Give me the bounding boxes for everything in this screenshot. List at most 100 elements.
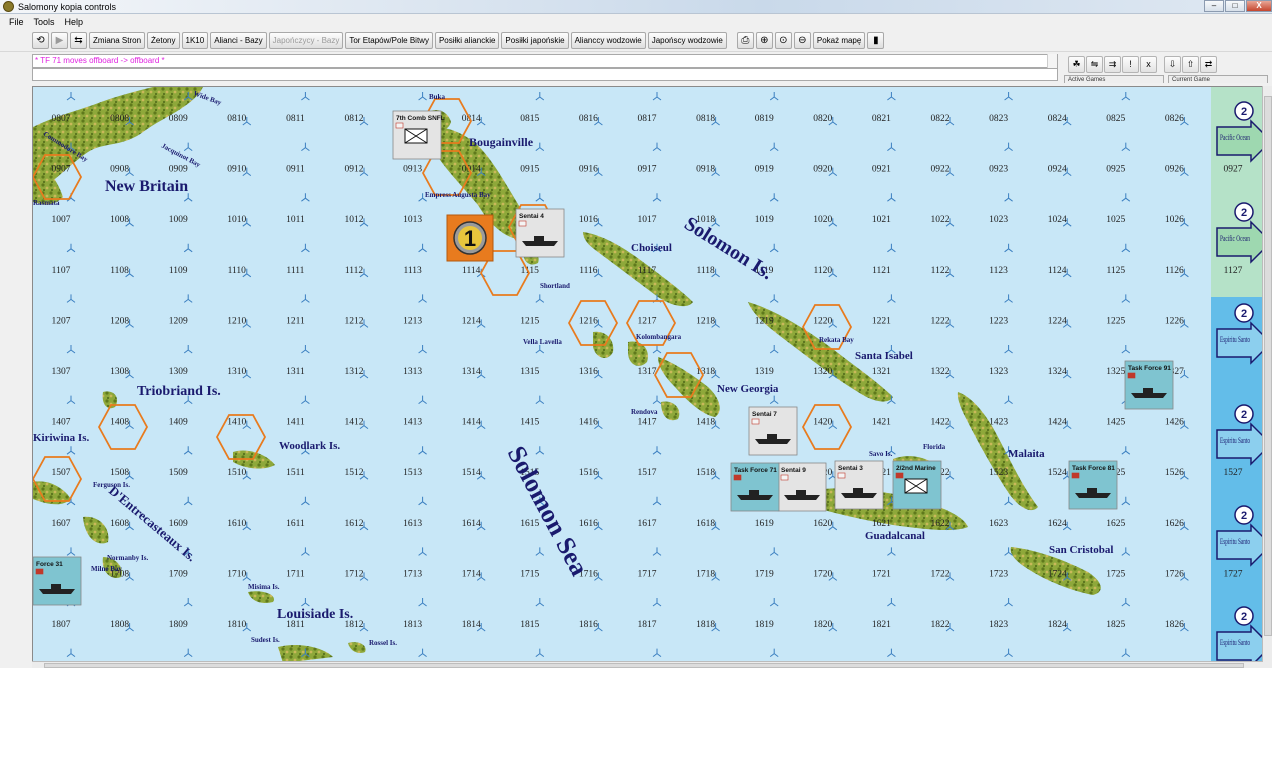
hex-number: 0922 <box>931 165 950 175</box>
hex-number: 1312 <box>345 367 364 377</box>
menu-tools[interactable]: Tools <box>29 15 60 29</box>
unit-counter[interactable]: Task Force 71 <box>730 462 780 512</box>
unit-counter[interactable]: Sentai 7 <box>748 406 798 456</box>
sea-mark <box>418 92 427 101</box>
hex-number: 1115 <box>521 266 540 276</box>
minimize-button[interactable]: – <box>1204 0 1224 12</box>
hex-number: 1612 <box>345 519 364 529</box>
zoom-out-icon[interactable]: ⊖ <box>793 32 811 49</box>
unit-counter[interactable]: Task Force 81 <box>1068 460 1118 510</box>
show-map-button[interactable]: Pokaż mapę <box>812 32 866 49</box>
hex-number: 1209 <box>169 316 188 326</box>
menu-help[interactable]: Help <box>60 15 89 29</box>
toolbar-button-allied-reinforcements[interactable]: Posiłki alianckie <box>434 32 500 49</box>
hex-number: 1820 <box>813 620 832 630</box>
toolbar-button-counters[interactable]: Żetony <box>147 32 180 49</box>
server-icon[interactable]: ☘ <box>1068 55 1085 73</box>
menu-file[interactable]: File <box>4 15 29 29</box>
hex-number: 1617 <box>638 519 657 529</box>
hex-number: 0917 <box>638 165 657 175</box>
toolbar-button-japanese-leaders[interactable]: Japońscy wodzowie <box>647 32 727 49</box>
hex-number: 1324 <box>1048 367 1067 377</box>
unit-counter[interactable]: Force 31 <box>33 556 82 606</box>
unit-counter[interactable]: Sentai 9 <box>777 462 827 512</box>
hex-number: 1821 <box>872 620 891 630</box>
sea-mark <box>1004 193 1013 202</box>
hex-number: 1814 <box>462 620 481 630</box>
swap-icon[interactable]: ⇆ <box>70 32 87 49</box>
overview-icon[interactable]: ▮ <box>867 32 885 49</box>
sea-mark <box>66 547 76 556</box>
chat-input[interactable] <box>32 68 1058 81</box>
unit-counter[interactable]: 2/2nd Marine <box>892 460 942 510</box>
hex-number: 0810 <box>227 114 246 124</box>
tab-current-game[interactable]: Current Game <box>1168 75 1268 83</box>
hex-number: 1019 <box>755 215 774 225</box>
sync-icon[interactable]: ⇄ <box>1200 55 1217 73</box>
map-horizontal-scrollbar[interactable] <box>32 661 1272 668</box>
maximize-button[interactable]: □ <box>1225 0 1245 12</box>
turn-marker[interactable]: 1 <box>446 214 494 262</box>
step-forward-icon[interactable]: ▶ <box>51 32 68 49</box>
unit-name: Task Force 81 <box>1072 465 1115 472</box>
hex-number: 1212 <box>345 316 364 326</box>
toolbar-button-allied-leaders[interactable]: Alianccy wodzowie <box>570 32 646 49</box>
map-label: Shortland <box>540 282 570 290</box>
hex-number: 0919 <box>755 165 774 175</box>
toolbar-button-change-sides[interactable]: Zmiana Stron <box>89 32 146 49</box>
game-map[interactable]: 0807080808090810081108120813081408150816… <box>32 86 1272 662</box>
zoom-in-icon[interactable]: ⊕ <box>755 32 773 49</box>
upload-icon[interactable]: ⇧ <box>1182 55 1199 73</box>
unit-counter[interactable]: Task Force 91 <box>1124 360 1174 410</box>
hex-number: 1721 <box>872 569 891 579</box>
toolbar-button-japanese-bases[interactable]: Japończycy - Bazy <box>268 32 344 49</box>
map-label: Savo Is. <box>869 450 893 458</box>
settings-icon[interactable]: ⇉ <box>1104 55 1121 73</box>
hex-number: 1316 <box>579 367 598 377</box>
print-icon[interactable]: ⎙ <box>736 32 754 49</box>
sea-mark <box>535 142 545 151</box>
toolbar-button-japanese-reinforcements[interactable]: Posiłki japońskie <box>501 32 569 49</box>
chat-scrollbar[interactable] <box>1047 54 1057 68</box>
alert-icon[interactable]: ! <box>1122 55 1139 73</box>
hex-number: 0816 <box>579 114 598 124</box>
toolbar-button-dice[interactable]: 1K10 <box>181 32 209 49</box>
hex-number: 1815 <box>520 620 539 630</box>
undo-icon[interactable]: ⟲ <box>32 32 49 49</box>
hex-number: 1313 <box>403 367 422 377</box>
hex-number: 1712 <box>345 569 364 579</box>
download-icon[interactable]: ⇩ <box>1164 55 1181 73</box>
hex-number: 1111 <box>286 266 304 276</box>
sea-mark <box>769 598 779 607</box>
unit-counter[interactable]: 7th Comb SNFL <box>392 110 445 160</box>
hex-number: 1022 <box>931 215 950 225</box>
zoom-select-icon[interactable]: ⊙ <box>774 32 792 49</box>
map-canvas[interactable]: 0807080808090810081108120813081408150816… <box>33 87 1272 662</box>
toolbar-button-allied-bases[interactable]: Alianci - Bazy <box>210 32 267 49</box>
hex-number: 1007 <box>52 215 71 225</box>
hex-number: 0915 <box>520 165 539 175</box>
close-button[interactable]: X <box>1246 0 1272 12</box>
hex-number: 1619 <box>755 519 774 529</box>
sea-mark <box>66 395 76 404</box>
hex-number: 0823 <box>989 114 1008 124</box>
cancel-icon[interactable]: x <box>1140 55 1157 73</box>
connect-icon[interactable]: ⇋ <box>1086 55 1103 73</box>
map-vertical-scrollbar[interactable] <box>1262 86 1272 662</box>
hex-number: 1226 <box>1165 316 1184 326</box>
hex-number: 1809 <box>169 620 188 630</box>
toolbar-button-turn-track[interactable]: Tor Etapów/Pole Bitwy <box>345 32 433 49</box>
hex-number: 1624 <box>1048 519 1067 529</box>
sea-mark <box>1121 142 1131 151</box>
hex-number: 1122 <box>931 266 950 276</box>
units-layer[interactable]: 7th Comb SNFL Sentai 4 Sentai 7 Sentai 9 Sen… <box>33 110 1174 606</box>
sea-mark <box>183 648 193 657</box>
edge-box-label: Pacific Ocean <box>1220 133 1250 142</box>
hex-number: 1010 <box>227 215 246 225</box>
unit-counter[interactable]: Sentai 3 <box>834 460 884 510</box>
map-label: Kolombangara <box>636 333 682 341</box>
map-label: Solomon Sea <box>502 441 594 580</box>
tab-active-games[interactable]: Active Games <box>1064 75 1164 83</box>
unit-counter[interactable]: Sentai 4 <box>515 208 565 258</box>
hex-number: 1320 <box>813 367 832 377</box>
